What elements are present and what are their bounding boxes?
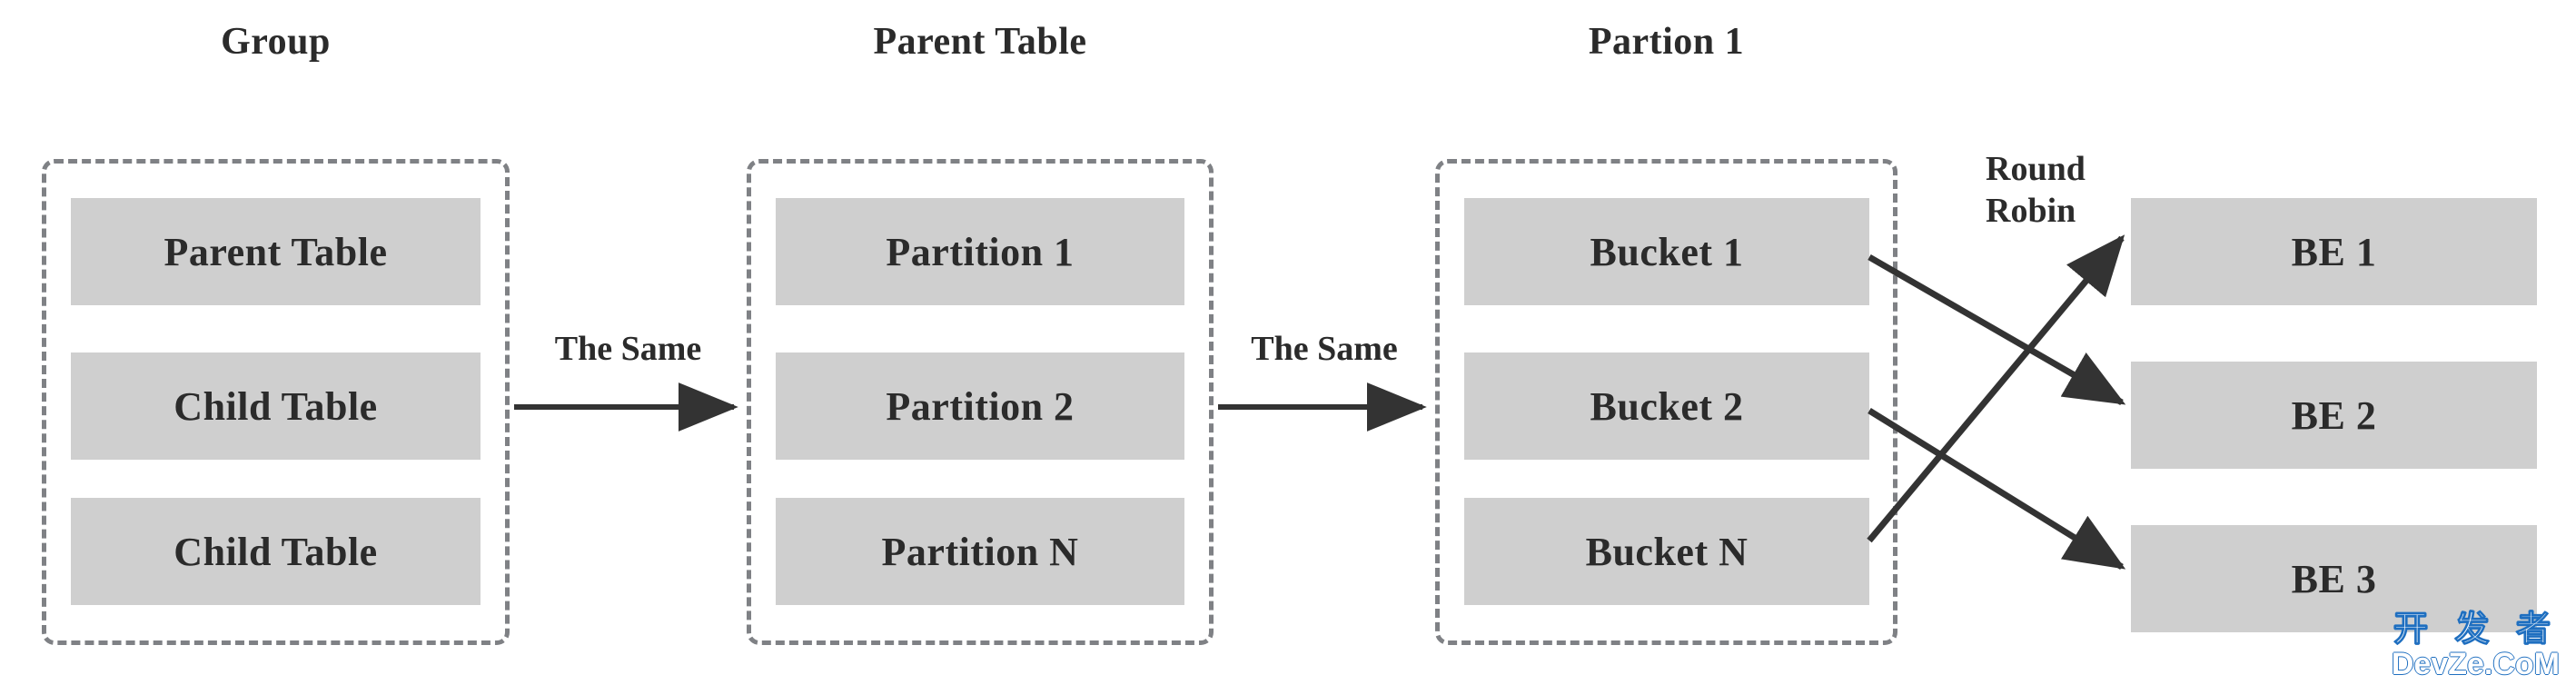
item-box-child-table-1[interactable]: Child Table	[71, 352, 481, 460]
item-box-bucket-n[interactable]: Bucket N	[1464, 498, 1869, 605]
column-title-group: Group	[221, 21, 331, 63]
item-box-bucket-2[interactable]: Bucket 2	[1464, 352, 1869, 460]
diagram-canvas: Group Parent Table Partion 1 Parent Tabl…	[0, 0, 2576, 685]
item-box-partition-2[interactable]: Partition 2	[776, 352, 1184, 460]
arrow-bucket-n-to-be-1	[1867, 234, 2125, 543]
watermark-latin-text: DevZe.CoM	[2391, 647, 2560, 681]
item-box-child-table-2[interactable]: Child Table	[71, 498, 481, 605]
item-box-partition-1[interactable]: Partition 1	[776, 198, 1184, 305]
round-robin-line-1: Round	[1986, 150, 2086, 188]
edge-label-the-same-2: The Same	[1251, 330, 1398, 368]
arrow-bucket-1-to-be-2	[1868, 253, 2126, 406]
edge-label-the-same-1: The Same	[554, 330, 702, 368]
edge-label-round-robin: Round Robin	[1986, 148, 2086, 233]
round-robin-line-2: Robin	[1986, 192, 2076, 231]
item-box-parent-table[interactable]: Parent Table	[71, 198, 481, 305]
item-box-partition-n[interactable]: Partition N	[776, 498, 1184, 605]
column-title-parent-table: Parent Table	[873, 21, 1087, 63]
arrow-bucket-2-to-be-3	[1868, 408, 2126, 570]
watermark: 开 发 者 DevZe.CoM	[2392, 612, 2560, 680]
watermark-chinese-text: 开 发 者	[2393, 611, 2560, 649]
item-box-be-1[interactable]: BE 1	[2131, 198, 2537, 305]
column-title-partion-1: Partion 1	[1588, 21, 1745, 63]
item-box-bucket-1[interactable]: Bucket 1	[1464, 198, 1869, 305]
item-box-be-2[interactable]: BE 2	[2131, 362, 2537, 469]
